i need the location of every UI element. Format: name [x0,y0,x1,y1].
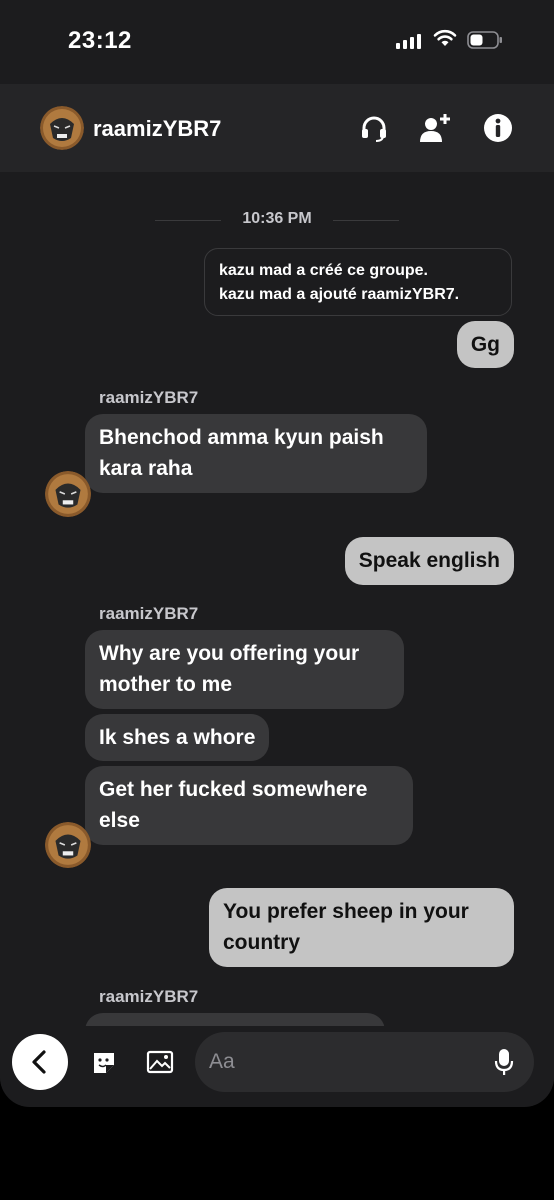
incoming-message[interactable]: Ik shes a whore [85,714,270,761]
sender-name: raamizYBR7 [99,388,199,407]
back-button[interactable] [12,1034,68,1090]
timestamp: 10:36 PM [242,210,312,227]
outgoing-message[interactable]: You prefer sheep in your country [209,888,514,967]
system-line: kazu mad a créé ce groupe. [219,262,428,279]
incoming-message[interactable]: Why are you offering your mother to me [85,630,404,709]
status-time: 23:12 [68,27,132,54]
add-friend-icon[interactable] [418,112,450,144]
battery-icon [467,31,502,49]
headset-icon[interactable] [358,112,390,144]
sticker-icon[interactable] [91,1050,117,1076]
sender-avatar[interactable] [45,471,91,517]
sender-avatar[interactable] [45,822,91,868]
timestamp-divider: 10:36 PM [155,208,399,232]
incoming-message[interactable]: Get her fucked somewhere else [85,766,413,845]
cellular-signal-icon [396,33,421,49]
chevron-left-icon [32,1050,46,1074]
status-bar: 23:12 [0,0,554,84]
contact-avatar[interactable] [40,106,84,150]
image-icon[interactable] [146,1050,174,1074]
wifi-icon [433,29,457,46]
outgoing-message[interactable]: Speak english [344,537,514,585]
message-input[interactable]: Aa [195,1032,534,1092]
outgoing-message[interactable]: Gg [456,321,514,368]
contact-name[interactable]: raamizYBR7 [93,116,221,142]
message-placeholder: Aa [209,1050,235,1073]
app-screen: 23:12 raamizYBR7 10:36 PM kazu mad a cré… [0,0,554,1107]
system-notice: kazu mad a créé ce groupe. kazu mad a aj… [204,248,512,316]
system-line: kazu mad a ajouté raamizYBR7. [219,286,460,303]
sender-name: raamizYBR7 [99,987,199,1006]
info-icon[interactable] [482,112,514,144]
microphone-icon[interactable] [494,1047,514,1077]
incoming-message[interactable]: Bhenchod amma kyun paish kara raha [85,414,427,493]
divider-line [333,220,399,221]
sender-name: raamizYBR7 [99,604,199,623]
